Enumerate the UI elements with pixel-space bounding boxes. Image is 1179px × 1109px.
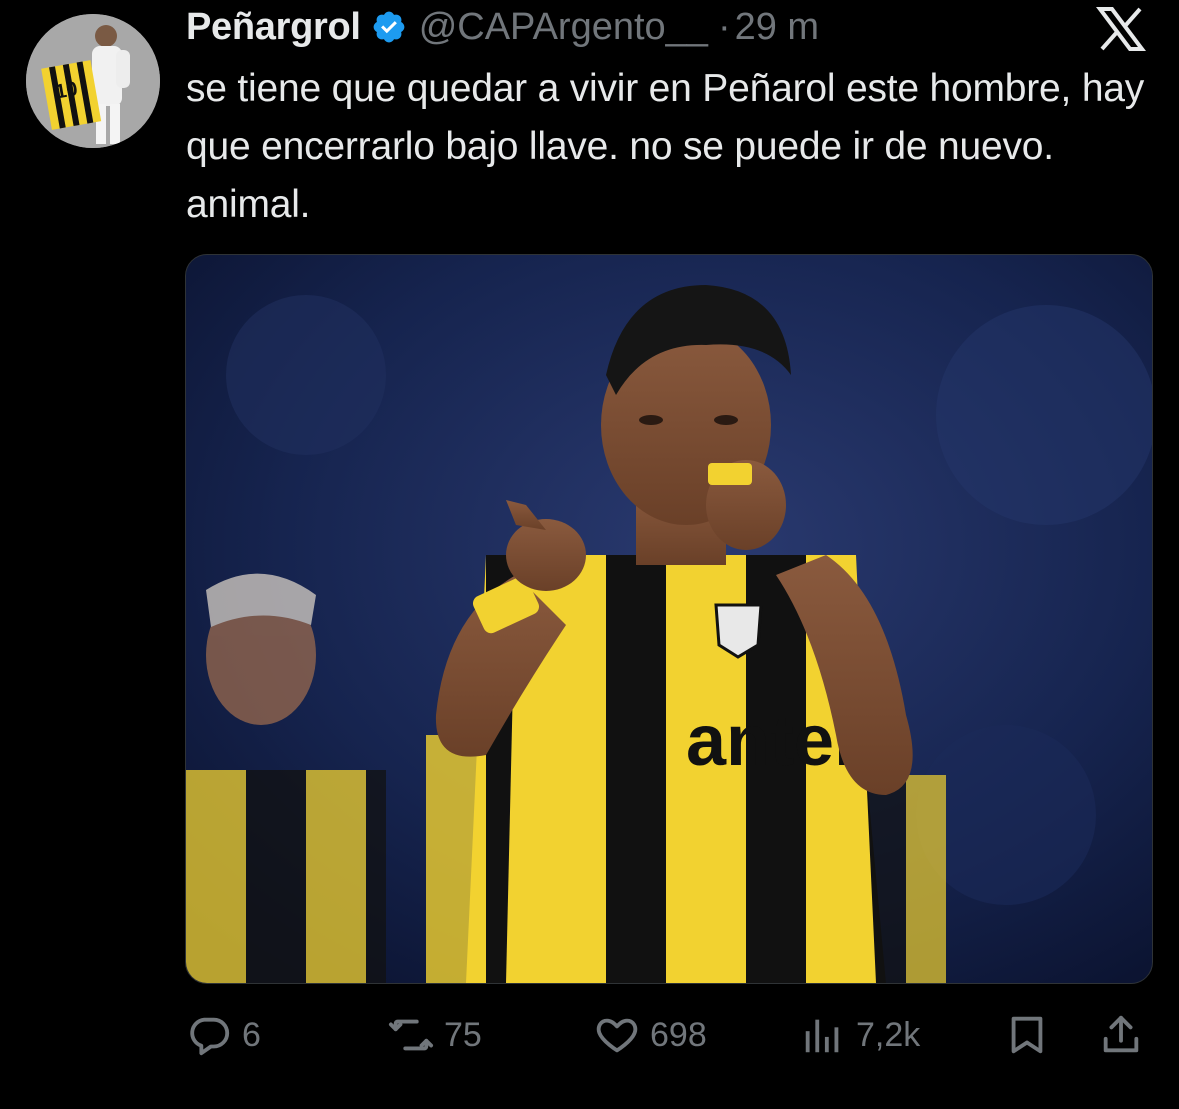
tweet-header: Peñargrol @CAPArgento__ · 29 m [186, 4, 819, 50]
reply-count: 6 [242, 1015, 261, 1054]
like-button[interactable]: 698 [594, 1010, 707, 1060]
repost-button[interactable]: 75 [388, 1010, 482, 1060]
repost-icon [388, 1012, 434, 1058]
action-bar: 6 75 698 7,2k [0, 1000, 1179, 1070]
share-button[interactable] [1098, 1010, 1144, 1060]
avatar-image: 10 [26, 14, 160, 148]
reply-icon [186, 1012, 232, 1058]
avatar[interactable]: 10 [26, 14, 160, 148]
timestamp[interactable]: 29 m [735, 6, 819, 49]
tweet: 10 Peñargrol @CAPArgento__ · 29 m se tie… [0, 0, 1179, 1109]
user-handle[interactable]: @CAPArgento__ [419, 6, 708, 49]
verified-badge-icon [371, 9, 407, 45]
reply-button[interactable]: 6 [186, 1010, 261, 1060]
tweet-text: se tiene que quedar a vivir en Peñarol e… [186, 67, 1155, 226]
heart-icon [594, 1012, 640, 1058]
views-icon [800, 1012, 846, 1058]
media-photo: antel [186, 255, 1152, 983]
separator: · [717, 5, 731, 48]
svg-text:10: 10 [54, 78, 80, 104]
tweet-media[interactable]: antel [185, 254, 1153, 984]
jersey-sponsor: antel [686, 701, 854, 781]
like-count: 698 [650, 1015, 707, 1054]
bookmark-icon [1004, 1012, 1050, 1058]
views-count: 7,2k [856, 1015, 921, 1054]
views-button[interactable]: 7,2k [800, 1010, 920, 1060]
display-name[interactable]: Peñargrol [186, 6, 361, 49]
bookmark-button[interactable] [1004, 1010, 1050, 1060]
repost-count: 75 [444, 1015, 482, 1054]
x-logo-icon [1096, 6, 1146, 52]
share-icon [1098, 1012, 1144, 1058]
